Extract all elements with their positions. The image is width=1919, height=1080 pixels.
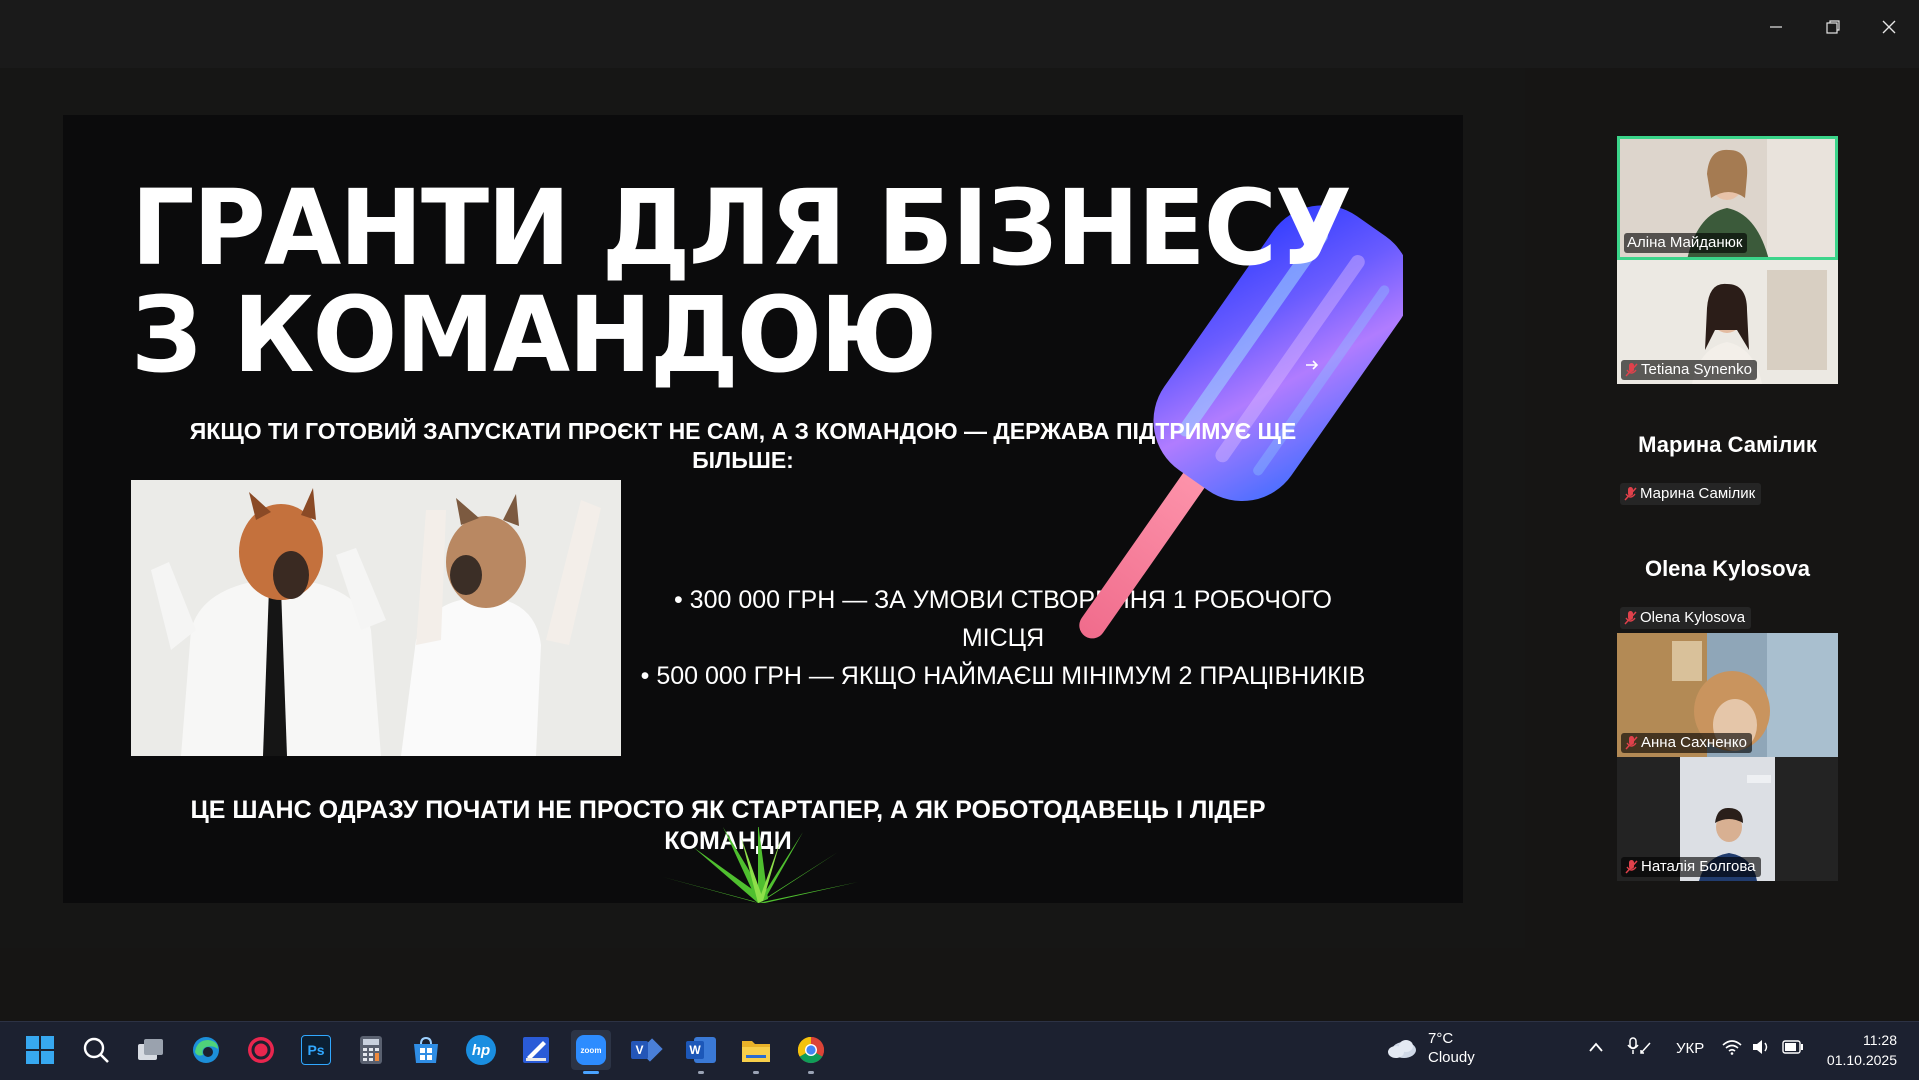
clock-time: 11:28 xyxy=(1863,1032,1897,1048)
weather-condition: Cloudy xyxy=(1428,1049,1475,1066)
network-status[interactable] xyxy=(1722,1039,1742,1059)
print-app-icon xyxy=(523,1037,549,1063)
cloud-icon xyxy=(1388,1040,1416,1058)
battery-icon xyxy=(1782,1040,1803,1054)
calculator-icon xyxy=(360,1036,382,1064)
zoom-button[interactable]: zoom xyxy=(571,1030,611,1074)
edge-button[interactable] xyxy=(186,1030,226,1070)
restore-icon xyxy=(1826,20,1840,34)
running-indicator xyxy=(583,1071,599,1074)
horse-masks-photo xyxy=(131,480,621,756)
print-app-button[interactable] xyxy=(516,1030,556,1070)
speaker-icon xyxy=(1753,1040,1768,1054)
photoshop-button[interactable]: Ps xyxy=(296,1030,336,1070)
chrome-icon xyxy=(797,1036,825,1064)
record-app-icon xyxy=(248,1037,274,1063)
task-view-button[interactable] xyxy=(131,1030,171,1070)
participant-name-tag[interactable]: Olena Kylosova xyxy=(1620,607,1752,629)
slide-title: ГРАНТИ ДЛЯ БІЗНЕСУ З КОМАНДОЮ xyxy=(131,175,1352,389)
minimize-button[interactable] xyxy=(1753,12,1799,42)
visio-icon: V xyxy=(631,1036,663,1064)
participant-tile[interactable]: Анна Сахненко xyxy=(1617,633,1838,757)
participant-name-tag: Аліна Майданюк xyxy=(1624,233,1748,253)
participant-name-tag: Tetiana Synenko xyxy=(1621,360,1757,380)
muted-mic-icon xyxy=(1625,363,1638,377)
store-button[interactable] xyxy=(406,1030,446,1070)
word-icon: W xyxy=(686,1036,716,1064)
visio-button[interactable]: V xyxy=(626,1030,666,1070)
window-titlebar xyxy=(0,0,1919,68)
microphone-icon xyxy=(1627,1037,1651,1054)
photoshop-icon: Ps xyxy=(301,1035,331,1065)
record-app-button[interactable] xyxy=(241,1030,281,1070)
running-indicator xyxy=(808,1071,814,1074)
participant-name-tag: Анна Сахненко xyxy=(1621,733,1752,753)
chevron-up-icon xyxy=(1589,1042,1603,1052)
chrome-button[interactable] xyxy=(791,1030,831,1074)
slide-title-line1: ГРАНТИ ДЛЯ БІЗНЕСУ xyxy=(131,167,1352,289)
task-view-icon xyxy=(138,1039,163,1060)
minimize-icon xyxy=(1770,26,1782,28)
search-button[interactable] xyxy=(76,1030,116,1070)
clock-date: 01.10.2025 xyxy=(1826,1052,1897,1068)
start-icon xyxy=(26,1036,54,1064)
calculator-button[interactable] xyxy=(351,1030,391,1070)
presentation-slide: ГРАНТИ ДЛЯ БІЗНЕСУ З КОМАНДОЮ ЯКЩО ТИ ГО… xyxy=(63,115,1463,903)
pointer-cursor-icon xyxy=(1306,360,1319,370)
edge-icon xyxy=(193,1037,219,1063)
participant-tile[interactable]: Наталія Болгова xyxy=(1617,757,1838,881)
wifi-icon xyxy=(1722,1040,1742,1055)
muted-mic-icon xyxy=(1624,611,1637,625)
battery-status[interactable] xyxy=(1782,1040,1804,1058)
show-hidden-icons-button[interactable] xyxy=(1588,1040,1604,1057)
plant-illustration xyxy=(663,827,858,903)
restore-button[interactable] xyxy=(1810,12,1856,42)
hp-icon: hp xyxy=(466,1035,496,1065)
muted-mic-icon xyxy=(1624,487,1637,501)
muted-mic-icon xyxy=(1625,860,1638,874)
running-indicator xyxy=(753,1071,759,1074)
participant-name-placeholder: Olena Kylosova xyxy=(1644,556,1811,581)
input-language[interactable]: УКР xyxy=(1676,1040,1704,1057)
muted-mic-icon xyxy=(1625,736,1638,750)
participant-tile[interactable]: Tetiana Synenko xyxy=(1617,260,1838,384)
slide-title-line2: З КОМАНДОЮ xyxy=(131,274,937,396)
zoom-icon: zoom xyxy=(576,1035,606,1065)
word-button[interactable]: W xyxy=(681,1030,721,1074)
volume-control[interactable] xyxy=(1752,1039,1772,1059)
mic-in-use-indicator[interactable] xyxy=(1626,1037,1652,1061)
start-button[interactable] xyxy=(20,1030,60,1070)
file-explorer-icon xyxy=(742,1041,770,1062)
weather-temp: 7°C xyxy=(1428,1030,1454,1047)
running-indicator xyxy=(698,1071,704,1074)
weather-widget[interactable]: 7°C Cloudy xyxy=(1386,1029,1475,1067)
system-clock[interactable]: 11:28 01.10.2025 xyxy=(1827,1030,1897,1070)
close-icon xyxy=(1882,20,1896,34)
participant-name-placeholder: Марина Самілик xyxy=(1638,432,1817,457)
participant-tile[interactable]: Аліна Майданюк xyxy=(1617,136,1838,260)
search-icon xyxy=(83,1037,109,1063)
participant-name-tag[interactable]: Марина Самілик xyxy=(1620,483,1762,505)
hp-button[interactable]: hp xyxy=(461,1030,501,1070)
participant-name-tag: Наталія Болгова xyxy=(1621,857,1761,877)
close-button[interactable] xyxy=(1866,12,1912,42)
store-icon xyxy=(414,1036,438,1063)
slide-subtitle: ЯКЩО ТИ ГОТОВИЙ ЗАПУСКАТИ ПРОЄКТ НЕ САМ,… xyxy=(189,418,1297,473)
file-explorer-button[interactable] xyxy=(736,1030,776,1074)
